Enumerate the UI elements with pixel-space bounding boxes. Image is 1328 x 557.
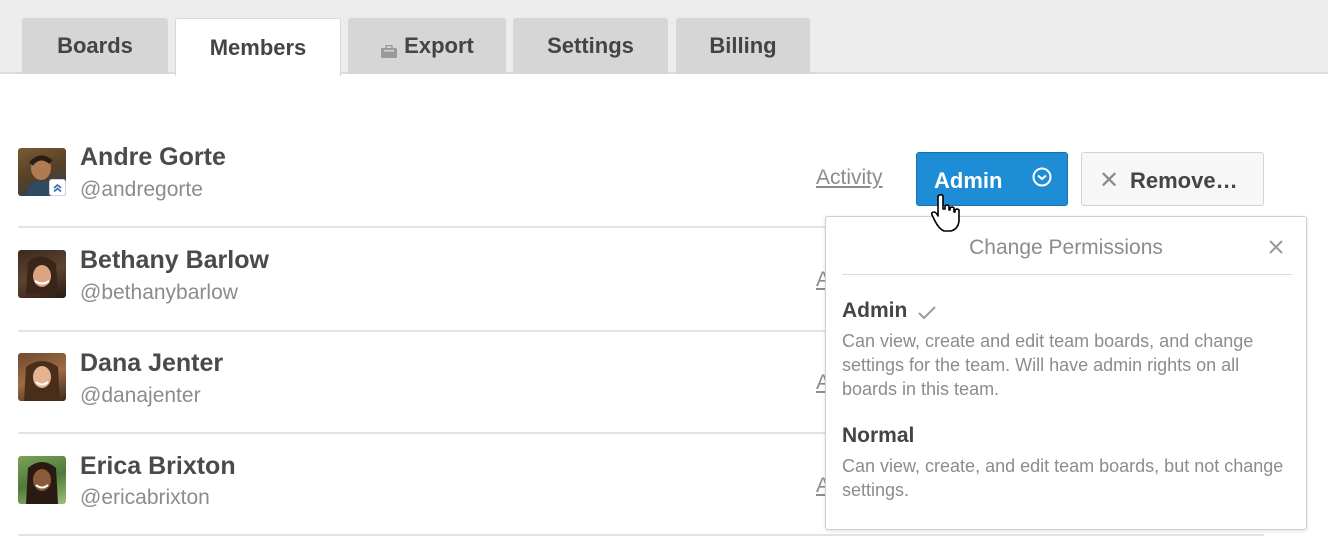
member-name: Erica Brixton <box>80 452 236 480</box>
member-name: Dana Jenter <box>80 349 224 377</box>
remove-member-button[interactable]: ✕ Remove… <box>1081 152 1264 206</box>
avatar[interactable] <box>18 456 66 504</box>
avatar[interactable] <box>18 353 66 401</box>
briefcase-icon <box>380 39 398 58</box>
popover-divider <box>842 274 1292 275</box>
permission-option-normal[interactable]: Normal Can view, create, and edit team b… <box>842 424 1292 502</box>
change-permissions-popover: Change Permissions Admin Can view, creat… <box>825 216 1307 530</box>
remove-button-label: Remove… <box>1130 168 1238 193</box>
chevron-down-circle-icon <box>1031 166 1053 188</box>
option-title: Admin <box>842 299 908 322</box>
permission-option-admin[interactable]: Admin Can view, create and edit team boa… <box>842 299 1292 401</box>
popover-title: Change Permissions <box>969 236 1163 259</box>
tab-label: Settings <box>547 33 634 58</box>
member-handle: @andregorte <box>80 178 203 201</box>
avatar[interactable] <box>18 250 66 298</box>
member-handle: @danajenter <box>80 384 201 407</box>
avatar[interactable] <box>18 148 66 196</box>
hand-pointer-cursor-icon <box>928 193 964 233</box>
tab-boards[interactable]: Boards <box>22 18 168 74</box>
member-name: Andre Gorte <box>80 143 226 171</box>
option-description: Can view, create and edit team boards, a… <box>842 331 1254 399</box>
member-row: Andre Gorte @andregorte Activity <box>18 140 1264 228</box>
activity-link[interactable]: Activity <box>816 166 883 190</box>
tab-label: Billing <box>709 33 777 58</box>
tab-settings[interactable]: Settings <box>513 18 668 74</box>
option-description: Can view, create, and edit team boards, … <box>842 456 1284 500</box>
tab-label: Boards <box>57 33 133 58</box>
tab-label: Export <box>404 33 474 58</box>
member-name: Bethany Barlow <box>80 246 269 274</box>
checkmark-icon <box>917 303 937 320</box>
tab-bar: Boards Members Export Settings Billing <box>0 0 1328 76</box>
tab-export[interactable]: Export <box>348 18 506 74</box>
close-icon: ✕ <box>1099 167 1120 194</box>
option-title: Normal <box>842 424 915 447</box>
member-handle: @bethanybarlow <box>80 281 238 304</box>
member-handle: @ericabrixton <box>80 486 210 509</box>
tab-label: Members <box>209 34 307 60</box>
close-icon[interactable] <box>1264 235 1288 259</box>
tab-members[interactable]: Members <box>175 18 341 76</box>
admin-button-label: Admin <box>934 168 1003 193</box>
members-page: Boards Members Export Settings Billing A… <box>0 0 1328 557</box>
admin-chevron-icon <box>49 179 66 196</box>
tab-billing[interactable]: Billing <box>676 18 810 74</box>
